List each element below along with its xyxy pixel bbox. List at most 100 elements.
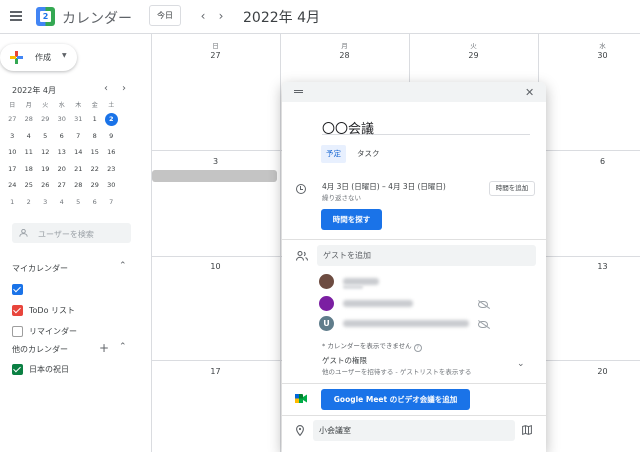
- mini-day[interactable]: 23: [103, 161, 120, 178]
- mini-day[interactable]: 14: [70, 144, 87, 161]
- prev-arrow-icon[interactable]: ‹: [197, 9, 209, 23]
- mini-day[interactable]: 2: [21, 194, 38, 211]
- avatar: [319, 296, 334, 311]
- mini-day[interactable]: 16: [103, 144, 120, 161]
- mini-day[interactable]: 13: [54, 144, 71, 161]
- day-number[interactable]: 29: [409, 51, 538, 60]
- mini-day[interactable]: 31: [70, 111, 87, 128]
- mini-day[interactable]: 10: [4, 144, 21, 161]
- add-guest-input[interactable]: ゲストを追加: [317, 245, 536, 266]
- mini-day[interactable]: 26: [37, 177, 54, 194]
- event-chip[interactable]: [152, 170, 277, 182]
- mini-day[interactable]: 21: [70, 161, 87, 178]
- mini-day[interactable]: 8: [87, 128, 104, 145]
- mini-day[interactable]: 2: [103, 111, 120, 128]
- mini-day[interactable]: 15: [87, 144, 104, 161]
- people-search-input[interactable]: ユーザーを検索: [12, 223, 131, 243]
- guest-row[interactable]: [319, 274, 499, 290]
- calendar-checkbox[interactable]: [12, 305, 23, 316]
- mini-day[interactable]: 4: [54, 194, 71, 211]
- day-number[interactable]: 27: [151, 51, 280, 60]
- mini-day[interactable]: 22: [87, 161, 104, 178]
- mini-day[interactable]: 29: [37, 111, 54, 128]
- mini-day[interactable]: 28: [21, 111, 38, 128]
- weekday-label: 水: [599, 42, 606, 50]
- find-time-button[interactable]: 時間を探す: [321, 209, 382, 230]
- mini-day[interactable]: 4: [21, 128, 38, 145]
- menu-icon[interactable]: [10, 11, 22, 21]
- day-number[interactable]: 30: [538, 51, 640, 60]
- tab-event[interactable]: 予定: [321, 145, 346, 163]
- divider: [282, 415, 546, 416]
- day-number[interactable]: 28: [280, 51, 409, 60]
- mini-day[interactable]: 28: [70, 177, 87, 194]
- location-input[interactable]: 小会議室: [313, 420, 515, 441]
- mini-day[interactable]: 7: [103, 194, 120, 211]
- mini-day[interactable]: 1: [87, 111, 104, 128]
- close-icon[interactable]: ✕: [525, 86, 534, 99]
- calendar-item[interactable]: 日本の祝日: [12, 363, 122, 377]
- map-icon[interactable]: [522, 425, 532, 435]
- mini-day[interactable]: 18: [21, 161, 38, 178]
- mini-day[interactable]: 29: [87, 177, 104, 194]
- mini-day[interactable]: 1: [4, 194, 21, 211]
- create-button[interactable]: 作成 ▼: [0, 44, 77, 71]
- day-number[interactable]: 17: [151, 367, 280, 376]
- chevron-down-icon[interactable]: ⌄: [517, 359, 525, 369]
- guest-permissions-title[interactable]: ゲストの権限: [322, 355, 367, 366]
- mini-day[interactable]: 6: [87, 194, 104, 211]
- calendar-item[interactable]: ToDo リスト: [12, 304, 122, 318]
- mini-day[interactable]: 27: [54, 177, 71, 194]
- calendar-item[interactable]: リマインダー: [12, 325, 122, 339]
- eye-off-icon[interactable]: [478, 301, 488, 308]
- drag-handle-icon[interactable]: [294, 90, 303, 93]
- mini-day[interactable]: 7: [70, 128, 87, 145]
- day-number[interactable]: 13: [538, 262, 640, 271]
- guest-row[interactable]: U: [319, 316, 499, 332]
- tab-task[interactable]: タスク: [352, 145, 385, 163]
- mini-day[interactable]: 20: [54, 161, 71, 178]
- mini-day[interactable]: 27: [4, 111, 21, 128]
- mini-day[interactable]: 5: [37, 128, 54, 145]
- today-button[interactable]: 今日: [149, 5, 181, 26]
- mini-day[interactable]: 24: [4, 177, 21, 194]
- event-title-input[interactable]: 〇〇会議: [322, 118, 530, 137]
- mini-day[interactable]: 17: [4, 161, 21, 178]
- day-number[interactable]: 6: [538, 157, 640, 166]
- my-calendars-heading[interactable]: マイカレンダー: [12, 263, 68, 274]
- mini-day[interactable]: 12: [37, 144, 54, 161]
- mini-day[interactable]: 19: [37, 161, 54, 178]
- mini-day[interactable]: 30: [54, 111, 71, 128]
- day-number[interactable]: 20: [538, 367, 640, 376]
- add-google-meet-button[interactable]: Google Meet のビデオ会議を追加: [321, 389, 470, 410]
- mini-day[interactable]: 30: [103, 177, 120, 194]
- calendar-checkbox[interactable]: [12, 364, 23, 375]
- day-number[interactable]: 3: [151, 157, 280, 166]
- calendar-checkbox[interactable]: [12, 326, 23, 337]
- mini-day[interactable]: 25: [21, 177, 38, 194]
- add-time-button[interactable]: 時間を追加: [489, 181, 535, 196]
- calendar-item[interactable]: [12, 283, 122, 297]
- guest-row[interactable]: [319, 296, 499, 312]
- mini-next-icon[interactable]: ›: [122, 83, 126, 94]
- mini-day[interactable]: 5: [70, 194, 87, 211]
- repeat-setting[interactable]: 繰り返さない: [322, 192, 361, 202]
- other-calendars-heading[interactable]: 他のカレンダー: [12, 344, 68, 355]
- mini-prev-icon[interactable]: ‹: [104, 83, 108, 94]
- date-range[interactable]: 4月 3日 (日曜日) – 4月 3日 (日曜日): [322, 181, 446, 192]
- mini-day[interactable]: 6: [54, 128, 71, 145]
- mini-day[interactable]: 9: [103, 128, 120, 145]
- add-calendar-icon[interactable]: +: [99, 341, 109, 355]
- chevron-up-icon[interactable]: ⌃: [119, 261, 127, 271]
- chevron-up-icon[interactable]: ⌃: [119, 342, 127, 352]
- next-arrow-icon[interactable]: ›: [215, 9, 227, 23]
- dialog-drag-bar[interactable]: ✕: [282, 82, 546, 102]
- mini-day[interactable]: 11: [21, 144, 38, 161]
- mini-day[interactable]: 3: [37, 194, 54, 211]
- calendar-checkbox[interactable]: [12, 284, 23, 295]
- mini-day[interactable]: 3: [4, 128, 21, 145]
- today-marker[interactable]: 2: [104, 113, 118, 126]
- help-icon[interactable]: ?: [413, 344, 422, 352]
- eye-off-icon[interactable]: [478, 321, 488, 328]
- day-number[interactable]: 10: [151, 262, 280, 271]
